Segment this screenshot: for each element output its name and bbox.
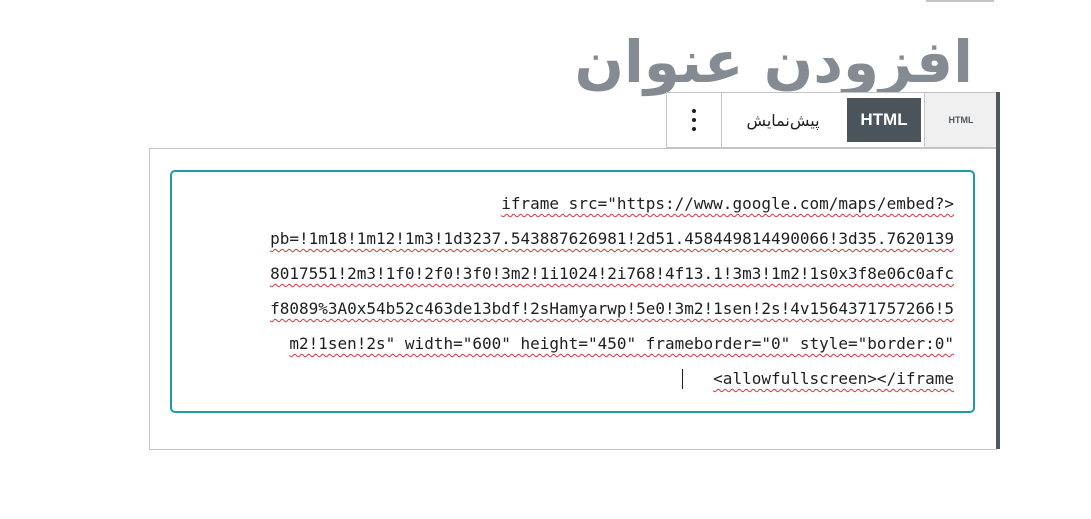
- code-line: iframe src="https://www.google.com/maps/…: [501, 194, 954, 213]
- html-tab-wrapper: HTML: [844, 93, 924, 147]
- block-toolbar: پیش‌نمایش HTML HTML: [666, 92, 998, 148]
- more-vertical-icon: [692, 109, 696, 131]
- block-edge-bar: [996, 92, 1000, 449]
- more-options-button[interactable]: [667, 93, 722, 147]
- code-line: f8089%3A0x54b52c463de13bdf!2sHamyarwp!5e…: [270, 299, 954, 318]
- code-line: 8017551!2m3!1f0!2f0!3f0!3m2!1i1024!2i768…: [270, 264, 954, 283]
- preview-tab[interactable]: پیش‌نمایش: [722, 93, 844, 147]
- html-tab[interactable]: HTML: [847, 98, 921, 142]
- text-cursor: [682, 369, 683, 389]
- top-divider: [926, 0, 994, 2]
- code-line: pb=!1m18!1m12!1m3!1d3237.543887626981!2d…: [270, 229, 954, 248]
- block-type-html-button[interactable]: HTML: [924, 93, 997, 147]
- code-line: <allowfullscreen></iframe: [713, 369, 954, 388]
- html-code-textarea[interactable]: iframe src="https://www.google.com/maps/…: [170, 170, 975, 413]
- post-title[interactable]: افزودن عنوان: [575, 22, 974, 102]
- code-line: m2!1sen!2s" width="600" height="450" fra…: [289, 334, 954, 353]
